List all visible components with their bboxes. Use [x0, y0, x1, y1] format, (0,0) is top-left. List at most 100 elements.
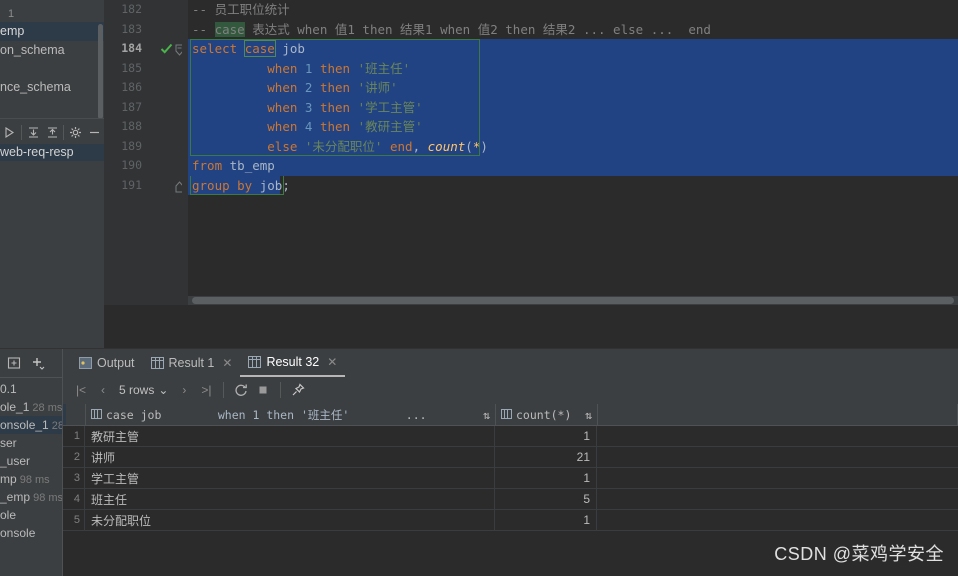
cell-count[interactable]: 1	[495, 468, 597, 488]
sql-code-content[interactable]: -- 员工职位统计 -- case 表达式 when 值1 then 结果1 wh…	[188, 0, 958, 195]
history-item[interactable]: mp 98 ms	[0, 470, 62, 488]
grid-header-ellipsis-1: ...	[405, 407, 427, 422]
grid-header-mid-1: when 1 then '班主任'	[217, 407, 350, 422]
gutter-line-189[interactable]: 189	[104, 137, 188, 157]
gutter-line-182[interactable]: 182	[104, 0, 188, 20]
toolbar-separator	[20, 124, 22, 140]
run-icon[interactable]	[0, 121, 19, 143]
tab-output[interactable]: Output	[71, 350, 143, 377]
code-line-187[interactable]: when 3 then '学工主管'	[188, 97, 958, 117]
sidebar-scrollbar[interactable]	[98, 24, 103, 119]
gutter-line-185[interactable]: 185	[104, 59, 188, 79]
code-line-191[interactable]: group by job;	[188, 175, 958, 195]
add-icon[interactable]	[26, 351, 50, 375]
new-console-icon[interactable]	[2, 351, 26, 375]
pin-icon[interactable]	[288, 380, 308, 400]
grid-header-row[interactable]: case job when 1 then '班主任' ... ⇅ count(*…	[63, 404, 958, 426]
gutter-line-184[interactable]: 184	[104, 39, 188, 59]
history-item[interactable]: 0.1	[0, 380, 62, 398]
refresh-icon[interactable]	[231, 380, 251, 400]
gear-icon[interactable]	[66, 121, 85, 143]
tab-result-32[interactable]: Result 32 ✕	[240, 350, 346, 377]
tree-item-information-schema[interactable]: on_schema	[0, 41, 104, 60]
next-page-icon[interactable]: ›	[174, 380, 194, 400]
grid-header-cell-case-job[interactable]: case job when 1 then '班主任' ... ⇅	[86, 404, 496, 425]
code-line-189[interactable]: else '未分配职位' end, count(*)	[188, 136, 958, 156]
close-icon[interactable]: ✕	[327, 355, 337, 369]
first-page-icon[interactable]: |<	[71, 380, 91, 400]
history-item[interactable]: onsole	[0, 524, 62, 542]
table-row[interactable]: 5 未分配职位 1	[63, 510, 958, 531]
minus-icon[interactable]	[85, 121, 104, 143]
cell-case-job[interactable]: 教研主管	[85, 426, 495, 446]
chevron-down-icon[interactable]: ⌄	[158, 383, 168, 397]
cell-count[interactable]: 21	[495, 447, 597, 467]
history-item[interactable]: ole_1 28 ms	[0, 398, 62, 416]
sidebar-toolbar[interactable]	[0, 118, 104, 145]
gutter-line-188[interactable]: 188	[104, 117, 188, 137]
code-line-182[interactable]: -- 员工职位统计	[188, 0, 958, 20]
table-row[interactable]: 2 讲师 21	[63, 447, 958, 468]
gutter-line-191[interactable]: 191	[104, 176, 188, 196]
code-line-188[interactable]: when 4 then '教研主管'	[188, 117, 958, 137]
sort-icon-1[interactable]: ⇅	[483, 408, 490, 422]
query-history-list[interactable]: 0.1ole_1 28 msonsole_1 28ser_usermp 98 m…	[0, 378, 62, 542]
table-row[interactable]: 4 班主任 5	[63, 489, 958, 510]
cell-case-job[interactable]: 学工主管	[85, 468, 495, 488]
history-item[interactable]: ole	[0, 506, 62, 524]
table-row[interactable]: 3 学工主管 1	[63, 468, 958, 489]
cell-case-job[interactable]: 班主任	[85, 489, 495, 509]
cell-count[interactable]: 5	[495, 489, 597, 509]
result-navigation-toolbar[interactable]: |< ‹ 5 rows ⌄ › >|	[63, 377, 958, 403]
collapse-all-icon[interactable]	[43, 121, 62, 143]
history-item[interactable]: _emp 98 ms	[0, 488, 62, 506]
row-count-selector[interactable]: 5 rows ⌄	[115, 383, 172, 397]
gutter-line-187[interactable]: 187	[104, 98, 188, 118]
gutter-line-190[interactable]: 190	[104, 156, 188, 176]
result-tab-bar[interactable]: Output Result 1 ✕ Result 32 ✕	[63, 349, 958, 377]
gutter-line-186[interactable]: 186	[104, 78, 188, 98]
idea-database-ide-window: 1 emp on_schema nce_schema web-req-resp …	[0, 0, 958, 576]
grid-header-cell-count[interactable]: count(*) ⇅	[496, 404, 598, 425]
history-item[interactable]: ser	[0, 434, 62, 452]
grid-body[interactable]: 1 教研主管 1 2 讲师 21 3 学工主管 1 4 班主任 5 5 未分配职位 1	[63, 426, 958, 531]
token-str: '未分配职位'	[304, 138, 383, 154]
code-line-186[interactable]: when 2 then '讲师'	[188, 78, 958, 98]
statement-valid-check-icon[interactable]	[160, 42, 173, 55]
cell-case-job[interactable]: 讲师	[85, 447, 495, 467]
tree-item-emp[interactable]: emp	[0, 22, 104, 41]
cell-count[interactable]: 1	[495, 510, 597, 530]
prev-page-icon[interactable]: ‹	[93, 380, 113, 400]
code-line-184[interactable]: select case job	[188, 39, 958, 59]
database-tree[interactable]: emp on_schema nce_schema	[0, 22, 104, 97]
cell-count[interactable]: 1	[495, 426, 597, 446]
tree-item-performance-schema[interactable]: nce_schema	[0, 78, 104, 97]
sql-code-editor[interactable]: -- 员工职位统计 -- case 表达式 when 值1 then 结果1 wh…	[188, 0, 958, 305]
database-explorer-sidebar[interactable]: 1 emp on_schema nce_schema web-req-resp	[0, 0, 104, 348]
query-history-toolbar[interactable]	[0, 349, 62, 378]
close-icon[interactable]: ✕	[222, 356, 232, 370]
grid-header-text-1: case job	[106, 407, 162, 422]
table-row[interactable]: 1 教研主管 1	[63, 426, 958, 447]
history-item[interactable]: _user	[0, 452, 62, 470]
code-line-190[interactable]: from tb_emp	[188, 156, 958, 176]
gutter-line-183[interactable]: 183	[104, 20, 188, 40]
query-history-panel[interactable]: 0.1ole_1 28 msonsole_1 28ser_usermp 98 m…	[0, 349, 63, 576]
code-line-183[interactable]: -- case 表达式 when 值1 then 结果1 when 值2 the…	[188, 20, 958, 40]
tab-result-1[interactable]: Result 1 ✕	[143, 350, 241, 377]
expand-all-icon[interactable]	[24, 121, 43, 143]
row-count-label: 5 rows	[119, 383, 155, 397]
editor-gutter[interactable]: 182 183 184 185 186 187 188 189 190 191	[104, 0, 188, 305]
cell-case-job[interactable]: 未分配职位	[85, 510, 495, 530]
code-line-185[interactable]: when 1 then '班主任'	[188, 58, 958, 78]
code-line-text: select case job	[192, 40, 305, 57]
history-item[interactable]: onsole_1 28	[0, 416, 62, 434]
sidebar-item-web-req-resp[interactable]: web-req-resp	[0, 144, 104, 161]
stop-icon[interactable]	[253, 380, 273, 400]
last-page-icon[interactable]: >|	[196, 380, 216, 400]
token-str: '班主任'	[357, 60, 411, 76]
line-number: 183	[121, 21, 142, 36]
sort-icon-2[interactable]: ⇅	[585, 408, 592, 422]
editor-horizontal-scrollbar-thumb[interactable]	[192, 297, 954, 304]
